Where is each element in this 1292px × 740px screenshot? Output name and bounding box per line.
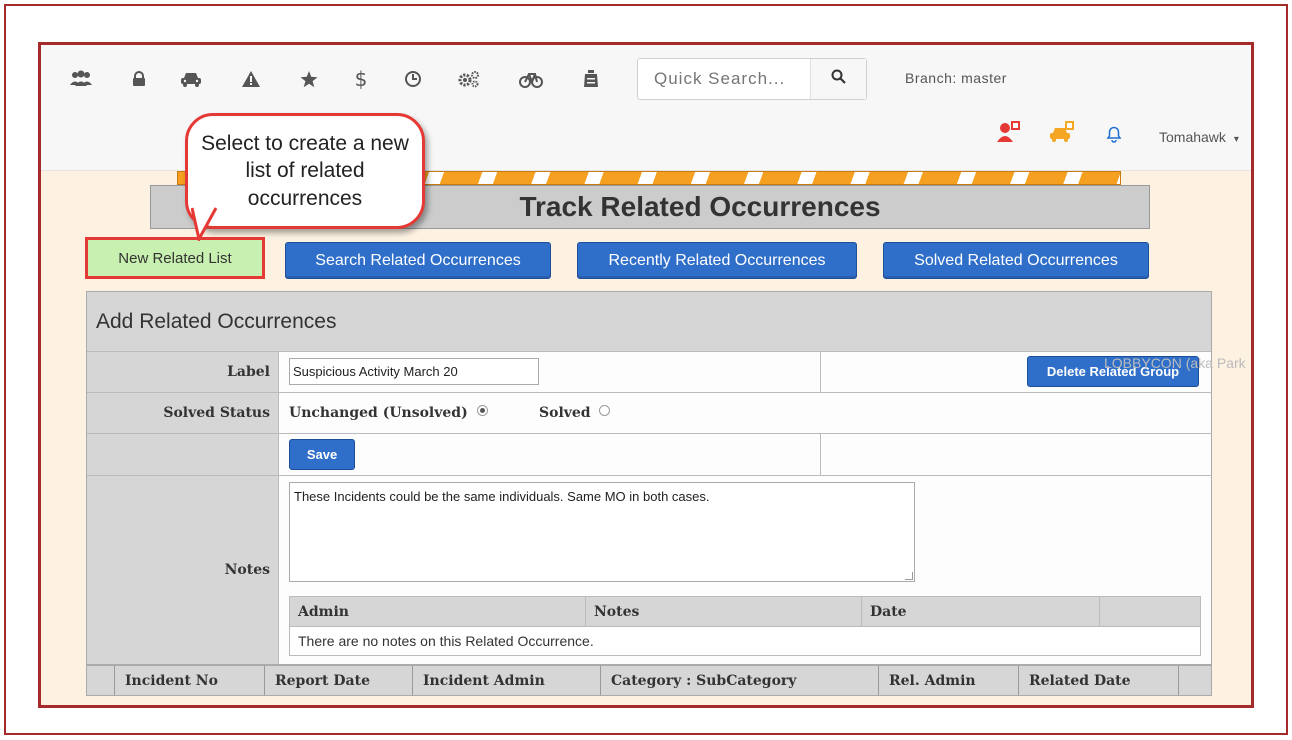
label-input[interactable]	[289, 358, 539, 385]
column-header-rel-admin[interactable]: Rel. Admin	[879, 666, 1019, 695]
save-button[interactable]: Save	[289, 439, 355, 470]
panel-header: Add Related Occurrences	[87, 292, 1211, 352]
column-header-notes: Notes	[586, 597, 862, 626]
label-field-label: Label	[87, 352, 279, 392]
vehicle-alert-icon[interactable]	[1049, 121, 1075, 148]
car-icon[interactable]	[179, 67, 203, 91]
resize-handle[interactable]	[905, 572, 913, 580]
status-solved-option[interactable]: Solved	[539, 405, 611, 421]
notes-empty-message: There are no notes on this Related Occur…	[298, 633, 594, 649]
user-name: Tomahawk	[1159, 129, 1226, 145]
callout-tail	[191, 207, 218, 241]
occurrence-table-header: Incident No Report Date Incident Admin C…	[86, 665, 1212, 696]
column-header-incident-admin[interactable]: Incident Admin	[413, 666, 601, 695]
column-header-category[interactable]: Category : SubCategory	[601, 666, 879, 695]
column-header-select	[87, 666, 115, 695]
caret-down-icon: ▾	[1233, 134, 1239, 145]
bicycle-icon[interactable]	[519, 67, 543, 91]
page-title: Track Related Occurrences	[519, 191, 881, 222]
quick-search-input[interactable]	[638, 59, 810, 99]
label-row: Label Delete Related Group	[87, 352, 1211, 393]
user-menu[interactable]: Tomahawk ▾	[1159, 129, 1239, 145]
dollar-icon[interactable]: $	[349, 67, 373, 91]
save-row-label	[87, 434, 279, 475]
solved-status-label: Solved Status	[87, 393, 279, 433]
column-header-blank	[1100, 597, 1200, 626]
row-divider	[820, 434, 821, 475]
notes-textarea[interactable]: These Incidents could be the same indivi…	[289, 482, 915, 582]
status-solved-radio[interactable]	[599, 405, 611, 416]
status-unchanged-label: Unchanged (Unsolved)	[289, 405, 468, 421]
users-icon[interactable]	[69, 67, 93, 91]
star-icon[interactable]	[297, 67, 321, 91]
status-unchanged-radio[interactable]	[476, 405, 488, 416]
column-header-admin: Admin	[290, 597, 586, 626]
row-divider	[820, 352, 821, 392]
new-related-list-button[interactable]: New Related List	[85, 237, 265, 279]
clock-icon[interactable]	[401, 67, 425, 91]
search-button[interactable]	[810, 59, 866, 99]
solved-related-button[interactable]: Solved Related Occurrences	[883, 242, 1149, 279]
lock-icon[interactable]	[127, 67, 151, 91]
background-text: LOBBYCON (aka Park	[1104, 355, 1246, 371]
person-alert-icon[interactable]	[997, 121, 1021, 148]
callout-bubble: Select to create a new list of related o…	[185, 113, 425, 229]
notes-row: Notes These Incidents could be the same …	[87, 476, 1211, 664]
column-header-report-date[interactable]: Report Date	[265, 666, 413, 695]
search-icon	[831, 69, 846, 89]
recently-related-button[interactable]: Recently Related Occurrences	[577, 242, 857, 279]
column-header-date: Date	[862, 597, 1100, 626]
notes-text: These Incidents could be the same indivi…	[294, 489, 710, 504]
quick-search-box	[637, 58, 867, 100]
solved-status-row: Solved Status Unchanged (Unsolved) Solve…	[87, 393, 1211, 434]
warning-icon[interactable]	[239, 67, 263, 91]
app-window: $ Branch: master	[38, 42, 1254, 708]
add-related-panel: Add Related Occurrences Label Delete Rel…	[86, 291, 1212, 665]
search-related-button[interactable]: Search Related Occurrences	[285, 242, 551, 279]
cogs-icon[interactable]	[457, 67, 481, 91]
bag-icon[interactable]	[579, 67, 603, 91]
status-solved-label: Solved	[539, 405, 591, 421]
bell-icon[interactable]	[1105, 125, 1123, 148]
column-header-end	[1179, 666, 1211, 695]
notes-label: Notes	[87, 476, 279, 664]
notes-table: Admin Notes Date There are no notes on t…	[289, 596, 1201, 656]
column-header-incident-no[interactable]: Incident No	[115, 666, 265, 695]
branch-label: Branch: master	[905, 70, 1007, 86]
notes-table-header: Admin Notes Date	[290, 597, 1200, 627]
status-unchanged-option[interactable]: Unchanged (Unsolved)	[289, 405, 488, 421]
column-header-related-date[interactable]: Related Date	[1019, 666, 1179, 695]
save-row: Save	[87, 434, 1211, 476]
